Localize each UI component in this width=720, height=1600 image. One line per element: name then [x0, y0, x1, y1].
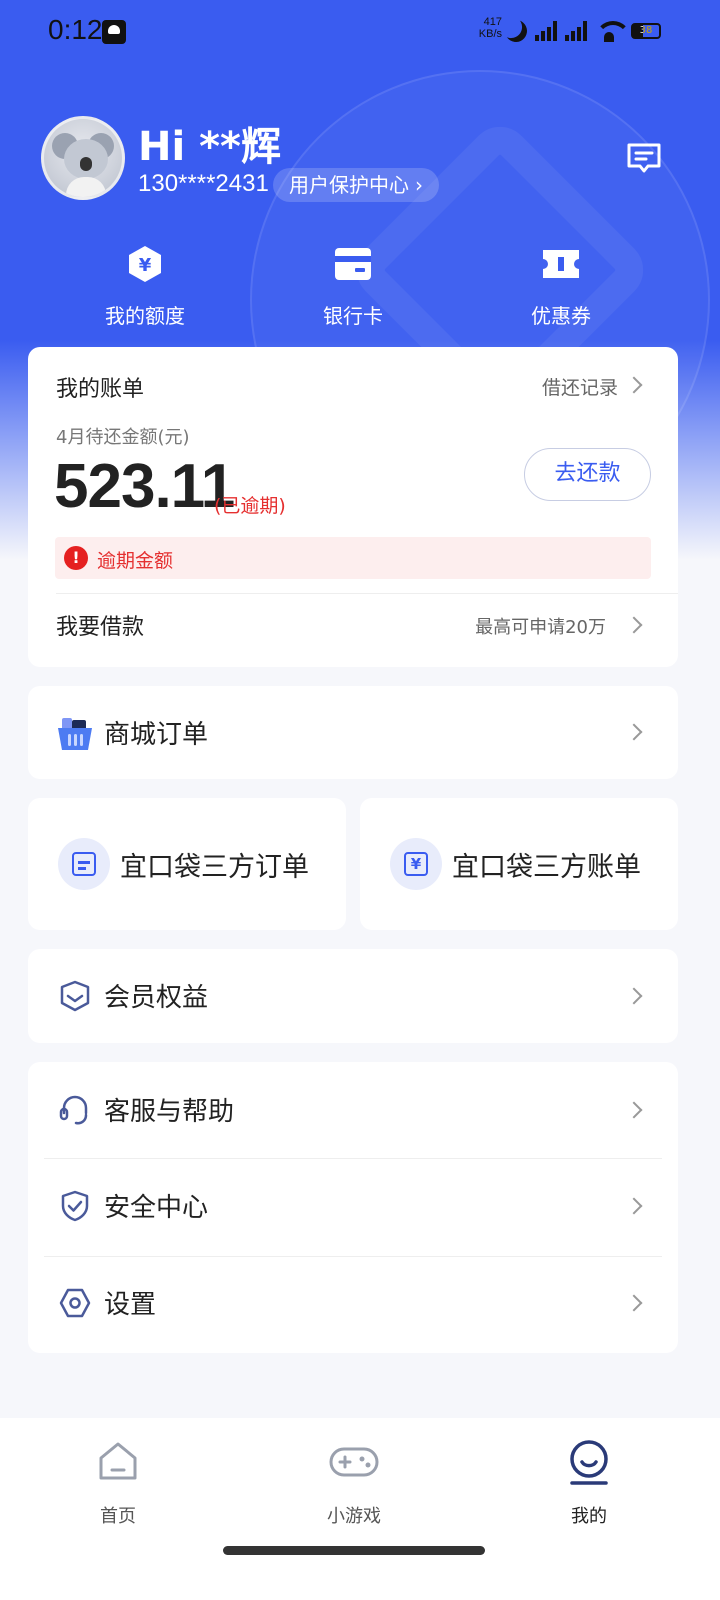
chevron-right-icon — [625, 1197, 643, 1215]
home-indicator[interactable] — [223, 1546, 485, 1555]
due-amount-label: 4月待还金额(元) — [56, 427, 190, 448]
home-icon — [99, 1442, 137, 1480]
koala-nose-icon — [80, 157, 92, 171]
gamepad-icon — [329, 1447, 379, 1477]
tab-mine[interactable]: 我的 — [529, 1440, 649, 1528]
third-party-orders-card[interactable]: 宜口袋三方订单 — [28, 798, 346, 930]
overdue-amount-label: 逾期金额 — [97, 550, 174, 572]
yen-bill-icon: ¥ — [390, 838, 442, 890]
borrow-title[interactable]: 我要借款 — [56, 609, 144, 641]
headset-icon — [59, 1095, 88, 1125]
yen-hexagon-icon: ¥ — [129, 246, 161, 282]
third-party-bills-card[interactable]: ¥ 宜口袋三方账单 — [360, 798, 678, 930]
shield-check-icon — [61, 1190, 89, 1222]
tab-label: 小游戏 — [327, 1506, 381, 1527]
clock: 0:12 — [48, 14, 103, 45]
wifi-icon — [595, 21, 631, 42]
tab-label: 我的 — [571, 1506, 607, 1527]
tab-label: 首页 — [100, 1506, 136, 1527]
status-bar: 0:12 417 KB/s 38 — [0, 0, 720, 64]
coupon-ticket-icon — [543, 250, 579, 278]
user-protection-center-button[interactable]: 用户保护中心 › — [273, 168, 439, 202]
chevron-right-icon — [625, 376, 643, 394]
chevron-right-icon: › — [415, 173, 423, 197]
koala-body-icon — [66, 177, 106, 197]
battery-level: 38 — [639, 25, 653, 36]
tab-mini-games[interactable]: 小游戏 — [294, 1440, 414, 1528]
service-help-label: 客服与帮助 — [104, 1097, 235, 1127]
network-speed-value: 417 — [483, 16, 502, 28]
status-icons: 38 — [505, 18, 661, 44]
quick-action-label: 银行卡 — [323, 304, 383, 328]
chevron-right-icon — [625, 616, 643, 634]
shopping-basket-icon — [58, 718, 92, 750]
do-not-disturb-icon — [502, 17, 530, 45]
member-benefits-card: 会员权益 — [28, 949, 678, 1043]
member-benefits-label: 会员权益 — [104, 983, 209, 1013]
overdue-status: (已逾期) — [214, 495, 286, 517]
mall-orders-row[interactable]: 商城订单 — [28, 686, 678, 782]
network-speed-unit: KB/s — [478, 28, 502, 40]
third-party-bills-label: 宜口袋三方账单 — [452, 852, 641, 883]
message-icon[interactable] — [626, 142, 662, 174]
chevron-right-icon — [625, 1101, 643, 1119]
tab-home[interactable]: 首页 — [58, 1440, 178, 1528]
mall-orders-label: 商城订单 — [104, 720, 209, 750]
quick-action-bank-card[interactable]: 银行卡 — [293, 244, 413, 329]
alert-icon: ! — [64, 546, 88, 570]
signal-icon-2 — [565, 21, 587, 41]
avatar[interactable] — [41, 116, 125, 200]
quick-action-credit-limit[interactable]: ¥ 我的额度 — [85, 244, 205, 329]
service-settings-card: 客服与帮助 安全中心 设置 — [28, 1062, 678, 1353]
member-badge-icon — [60, 980, 90, 1012]
overdue-amount-bar[interactable]: ! 逾期金额 — [55, 537, 651, 579]
chevron-right-icon — [625, 987, 643, 1005]
mall-orders-card: 商城订单 — [28, 686, 678, 779]
third-party-orders-label: 宜口袋三方订单 — [120, 852, 309, 883]
divider — [56, 593, 678, 594]
chevron-right-icon — [625, 1294, 643, 1312]
chevron-right-icon — [625, 723, 643, 741]
service-help-row[interactable]: 客服与帮助 — [28, 1062, 678, 1158]
user-protection-center-label: 用户保护中心 — [289, 173, 409, 197]
quick-action-coupons[interactable]: 优惠券 — [501, 244, 621, 329]
repayment-history-link[interactable]: 借还记录 — [542, 373, 618, 400]
quick-action-label: 优惠券 — [531, 304, 591, 328]
settings-hexagon-icon — [59, 1288, 91, 1318]
security-center-label: 安全中心 — [104, 1193, 209, 1223]
network-speed: 417 KB/s — [474, 16, 502, 40]
security-center-row[interactable]: 安全中心 — [28, 1159, 678, 1256]
quick-action-label: 我的额度 — [105, 304, 185, 328]
bank-card-icon — [335, 248, 371, 280]
bill-title: 我的账单 — [56, 377, 145, 402]
bill-card: 我的账单 借还记录 4月待还金额(元) 523.11 (已逾期) 去还款 ! 逾… — [28, 347, 678, 667]
settings-row[interactable]: 设置 — [28, 1257, 678, 1353]
notification-app-icon — [102, 20, 126, 44]
member-benefits-row[interactable]: 会员权益 — [28, 949, 678, 1045]
user-phone: 130****2431 — [138, 170, 269, 197]
order-document-icon — [58, 838, 110, 890]
signal-icon — [535, 21, 557, 41]
due-amount: 523.11 — [54, 452, 235, 521]
svg-text:¥: ¥ — [139, 255, 152, 276]
user-greeting: Hi **辉 — [138, 124, 281, 170]
repay-button[interactable]: 去还款 — [524, 448, 651, 501]
borrow-limit-hint[interactable]: 最高可申请20万 — [475, 613, 606, 639]
bottom-tab-bar: 首页 小游戏 我的 — [0, 1418, 720, 1600]
battery-icon: 38 — [631, 23, 661, 39]
settings-label: 设置 — [104, 1290, 157, 1320]
profile-face-icon — [570, 1440, 608, 1485]
